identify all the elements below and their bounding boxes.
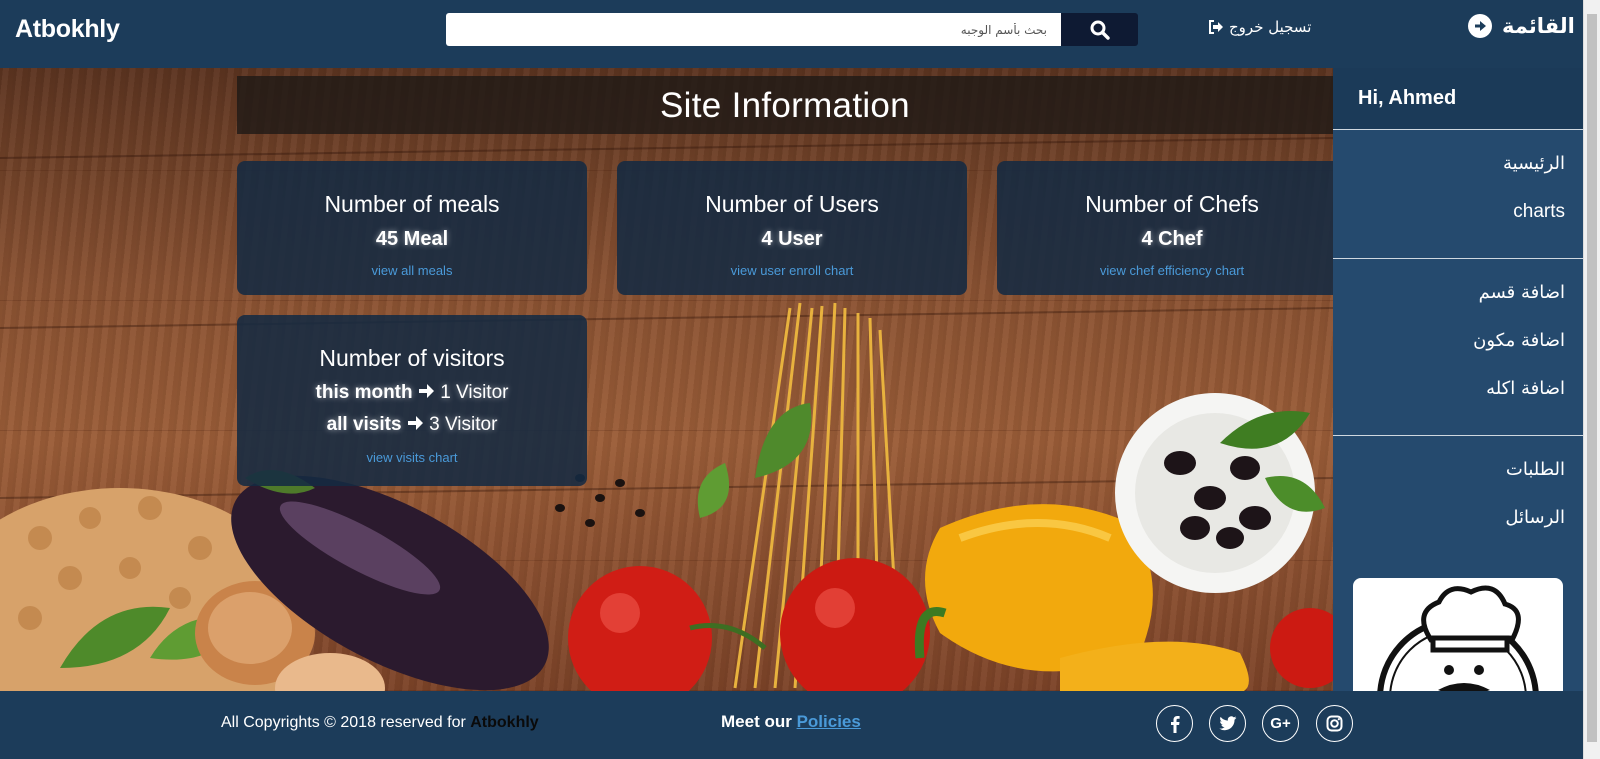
instagram-icon: [1326, 715, 1343, 732]
meals-card-value: 45 Meal: [375, 228, 449, 250]
sign-out-icon: [1209, 20, 1223, 34]
sidebar-item-add-meal[interactable]: اضافة اكله: [1333, 375, 1583, 423]
sidebar-item-home[interactable]: الرئيسية: [1333, 150, 1583, 198]
sidebar-item-messages[interactable]: الرسائل: [1333, 504, 1583, 552]
users-card-value: 4 User: [761, 228, 823, 250]
twitter-icon: [1218, 716, 1236, 731]
google-plus-icon: G+: [1270, 715, 1291, 732]
arrow-right-icon: [418, 384, 434, 398]
view-chef-efficiency-chart-link[interactable]: view chef efficiency chart: [997, 263, 1347, 278]
visitors-all-visits: all visits 3 Visitor: [237, 414, 587, 436]
users-stat-card: Number of Users 4 User view user enroll …: [617, 161, 967, 295]
search-input[interactable]: [446, 13, 1061, 46]
sidebar-section-add: اضافة قسم اضافة مكون اضافة اكله: [1333, 259, 1583, 436]
chefs-card-title: Number of Chefs: [1085, 191, 1259, 217]
sidebar-item-charts[interactable]: charts: [1333, 198, 1583, 246]
view-visits-chart-link[interactable]: view visits chart: [237, 450, 587, 465]
users-card-title: Number of Users: [705, 191, 879, 217]
meals-stat-card: Number of meals 45 Meal view all meals: [237, 161, 587, 295]
logout-label: تسجيل خروج: [1229, 18, 1312, 36]
visitors-card-title: Number of visitors: [319, 345, 505, 371]
brand-logo-text[interactable]: Atbokhly: [15, 15, 120, 44]
visitors-stat-card: Number of visitors this month 1 Visitor …: [237, 315, 587, 486]
sidebar-section-main: الرئيسية charts: [1333, 130, 1583, 259]
sidebar-item-orders[interactable]: الطلبات: [1333, 456, 1583, 504]
user-greeting: Hi, Ahmed: [1333, 68, 1583, 130]
menu-toggle[interactable]: القائمة: [1468, 14, 1575, 38]
scrollbar-thumb[interactable]: [1587, 14, 1597, 742]
copyright-prefix: All Copyrights © 2018 reserved for: [221, 714, 466, 731]
sidebar-item-add-category[interactable]: اضافة قسم: [1333, 279, 1583, 327]
site-information-banner: Site Information: [237, 76, 1333, 134]
chefs-stat-card: Number of Chefs 4 Chef view chef efficie…: [997, 161, 1347, 295]
view-all-meals-link[interactable]: view all meals: [237, 263, 587, 278]
view-user-enroll-chart-link[interactable]: view user enroll chart: [617, 263, 967, 278]
footer: All Copyrights © 2018 reserved for Atbok…: [0, 691, 1583, 759]
this-month-label: this month: [315, 382, 413, 403]
page-scrollbar[interactable]: [1583, 0, 1600, 759]
arrow-right-icon: [407, 416, 423, 430]
logout-button[interactable]: تسجيل خروج: [1208, 18, 1311, 36]
copyright-text: All Copyrights © 2018 reserved for Atbok…: [221, 714, 539, 732]
visitors-this-month: this month 1 Visitor: [237, 382, 587, 404]
instagram-link[interactable]: [1316, 705, 1353, 742]
menu-label: القائمة: [1502, 14, 1575, 38]
meals-card-title: Number of meals: [324, 191, 500, 217]
facebook-icon: [1170, 715, 1180, 733]
search-button[interactable]: [1061, 13, 1138, 46]
side-menu: Hi, Ahmed الرئيسية charts اضافة قسم اضاف…: [1333, 68, 1583, 691]
search-bar: [446, 13, 1138, 46]
facebook-link[interactable]: [1156, 705, 1193, 742]
twitter-link[interactable]: [1209, 705, 1246, 742]
policies-prefix: Meet our: [721, 712, 792, 731]
sidebar-item-add-ingredient[interactable]: اضافة مكون: [1333, 327, 1583, 375]
google-plus-link[interactable]: G+: [1262, 705, 1299, 742]
sidebar-section-orders: الطلبات الرسائل: [1333, 436, 1583, 552]
arrow-circle-right-icon: [1468, 14, 1492, 38]
policies-text: Meet our Policies: [721, 712, 861, 732]
chef-logo-image: [1353, 578, 1563, 691]
search-icon: [1090, 20, 1110, 40]
this-month-value: 1 Visitor: [440, 382, 509, 403]
chefs-card-value: 4 Chef: [1141, 228, 1203, 250]
top-navbar: Atbokhly تسجيل خروج القائمة: [0, 0, 1583, 68]
all-visits-label: all visits: [326, 414, 402, 435]
copyright-brand: Atbokhly: [470, 714, 539, 731]
policies-link[interactable]: Policies: [797, 712, 861, 731]
page-title: Site Information: [660, 86, 910, 125]
all-visits-value: 3 Visitor: [429, 414, 498, 435]
